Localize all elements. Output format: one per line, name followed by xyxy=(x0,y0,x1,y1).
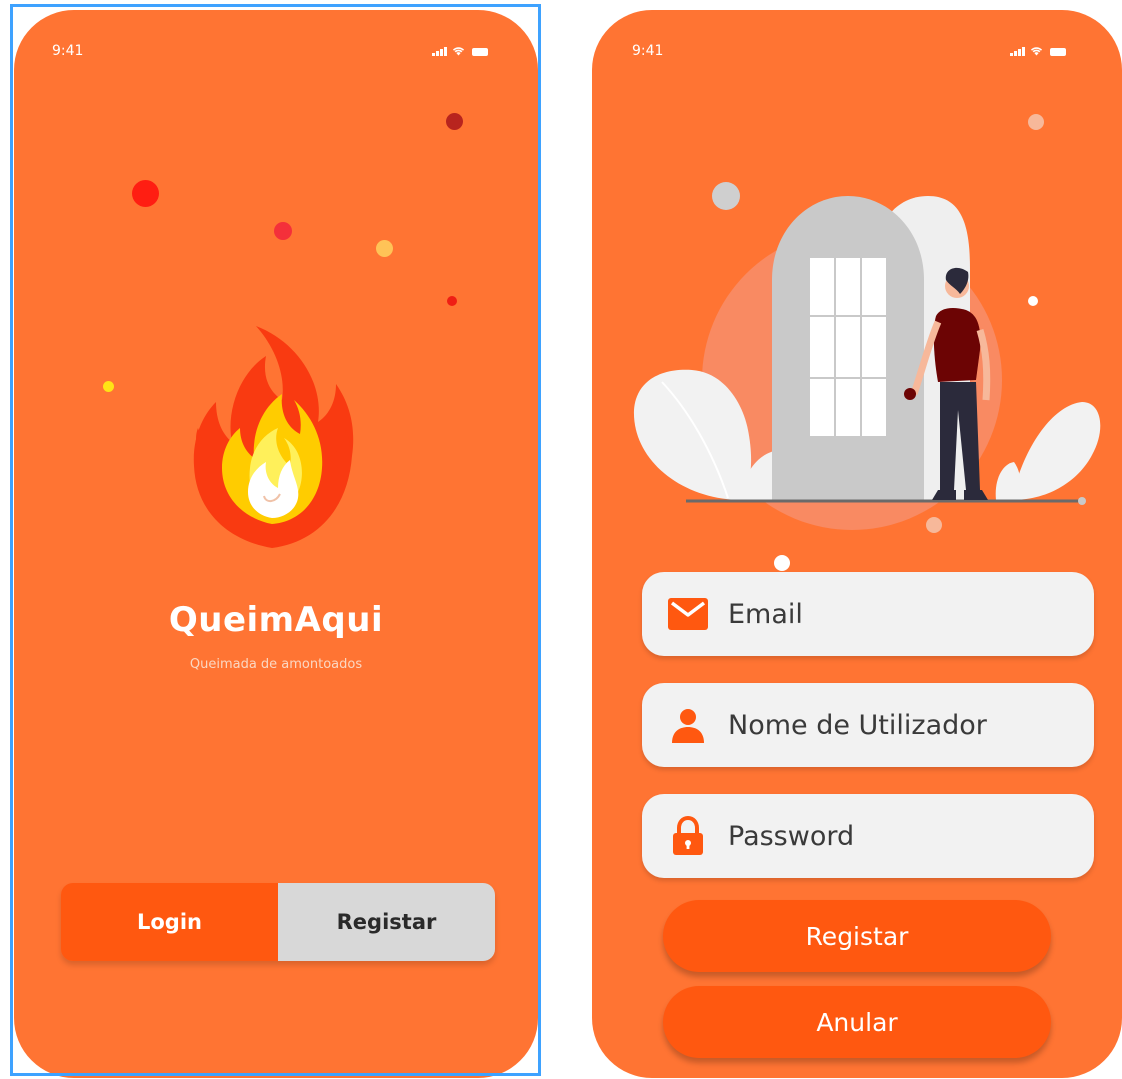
lock-icon xyxy=(666,814,710,858)
tab-register[interactable]: Registar xyxy=(278,883,495,961)
app-tagline: Queimada de amontoados xyxy=(189,657,363,672)
username-field xyxy=(642,683,1094,767)
email-field xyxy=(642,572,1094,656)
ember-dot xyxy=(274,222,292,240)
ember-dot xyxy=(132,180,159,207)
battery-icon xyxy=(471,48,488,56)
status-time: 9:41 xyxy=(52,43,84,59)
signal-icon xyxy=(432,47,447,56)
app-title: QueimAqui xyxy=(168,600,384,640)
cancel-button[interactable]: Anular xyxy=(663,986,1051,1058)
ember-dot xyxy=(446,113,463,130)
ember-dot xyxy=(103,381,114,392)
wifi-icon xyxy=(452,47,464,56)
username-input[interactable] xyxy=(726,708,1060,742)
register-screen: 9:41 Email Nome de Utilizador Registar A… xyxy=(592,10,1122,1078)
envelope-icon xyxy=(666,592,710,636)
tab-login[interactable]: Login xyxy=(61,883,278,961)
splash-screen: 9:41 QueimAqui Queimada de amontoados Lo… xyxy=(14,10,538,1078)
password-input[interactable] xyxy=(726,819,1060,853)
status-icons xyxy=(432,46,488,56)
password-field xyxy=(642,794,1094,878)
ember-dot xyxy=(376,240,393,257)
fire-icon xyxy=(193,326,354,548)
ember-dot xyxy=(447,296,457,306)
person-at-door-illustration xyxy=(633,114,1101,571)
user-icon xyxy=(666,703,710,747)
email-input[interactable] xyxy=(726,597,1060,631)
auth-toggle: Login Registar xyxy=(61,883,495,961)
register-button[interactable]: Registar xyxy=(663,900,1051,972)
